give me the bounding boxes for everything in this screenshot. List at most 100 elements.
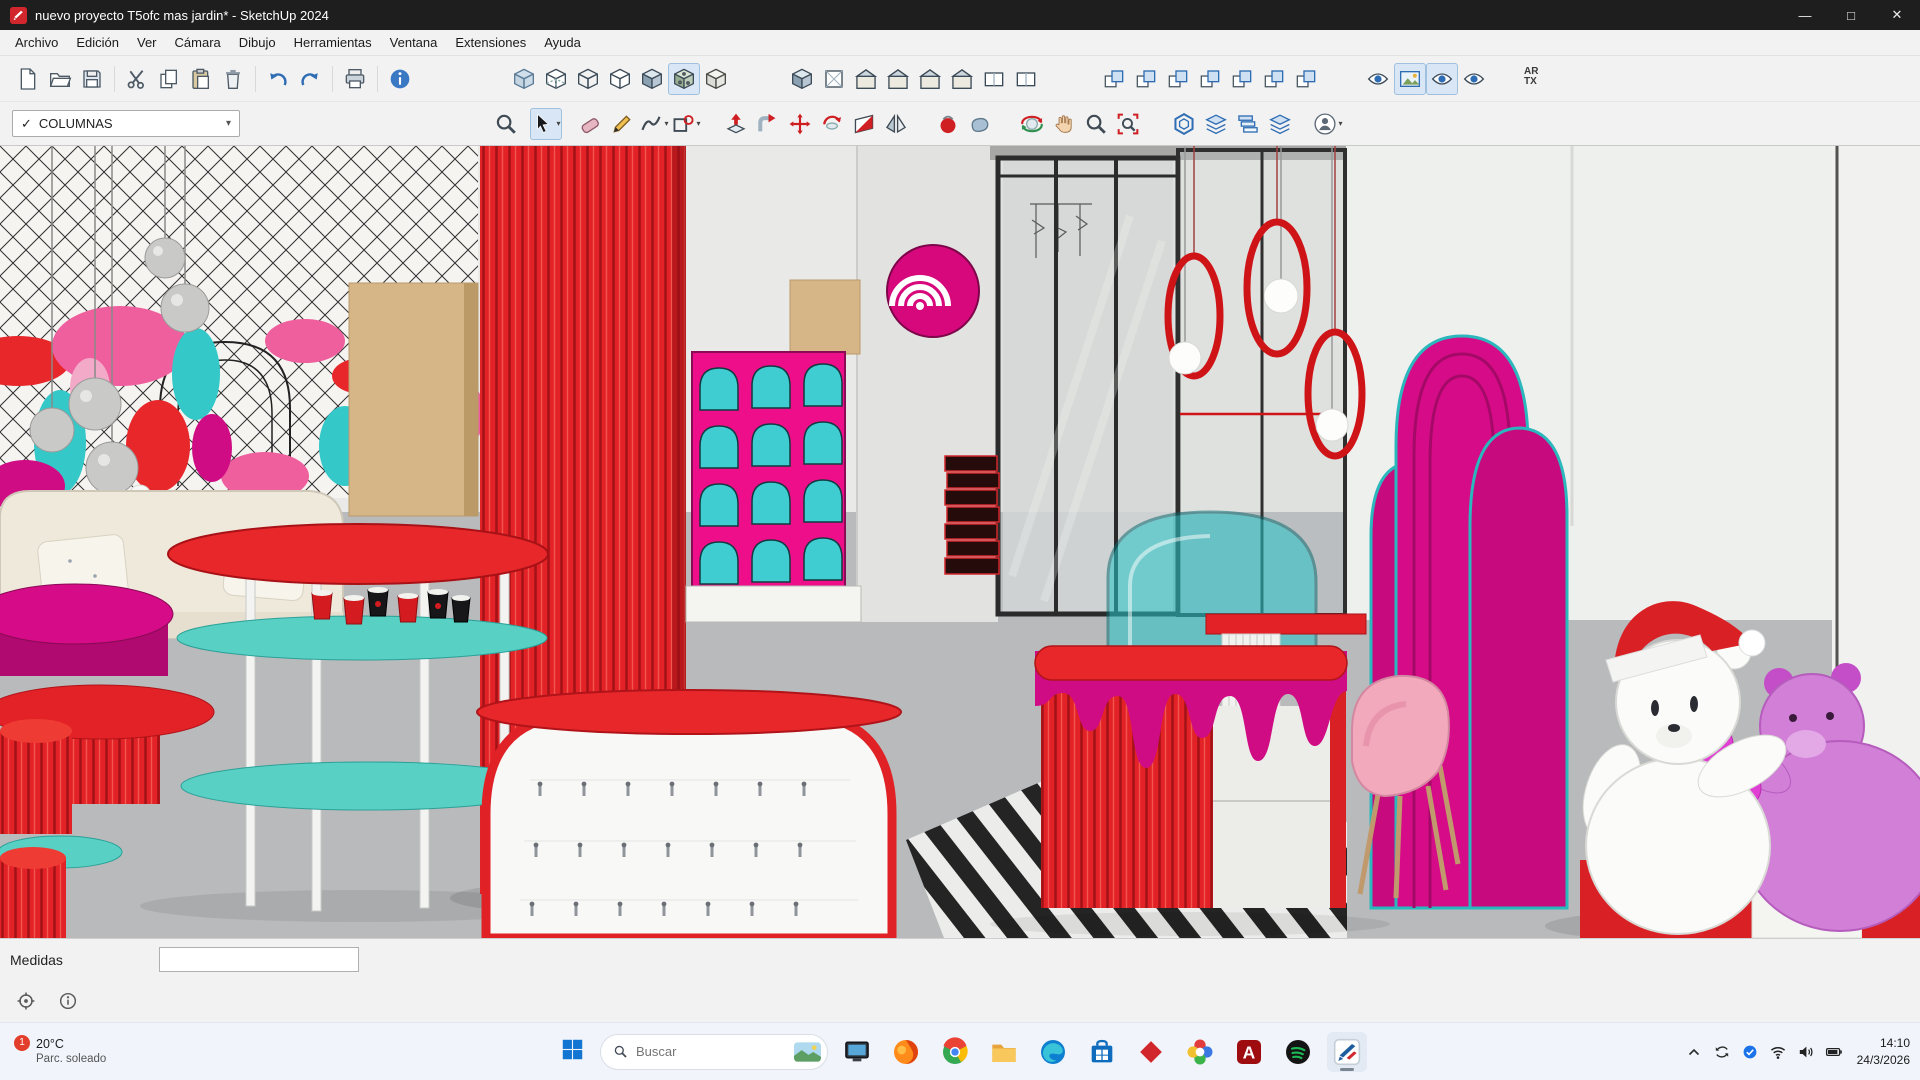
paint-bucket-tool-button[interactable]: [932, 108, 964, 140]
maximize-button[interactable]: □: [1828, 0, 1874, 30]
follow-me-tool-button[interactable]: [752, 108, 784, 140]
view-top-button[interactable]: [818, 63, 850, 95]
send-backward-button[interactable]: [1194, 63, 1226, 95]
view-right-button[interactable]: [882, 63, 914, 95]
tray-sync-icon[interactable]: [1713, 1043, 1731, 1061]
explode-group-button[interactable]: [1290, 63, 1322, 95]
save-button[interactable]: [76, 63, 108, 95]
soften-edges-tool-button[interactable]: [964, 108, 996, 140]
weather-widget[interactable]: 1 20°C Parc. soleado: [8, 1023, 112, 1080]
freehand-tool-button[interactable]: ▾: [638, 108, 670, 140]
taskbar-app-firefox[interactable]: [886, 1032, 926, 1072]
view-plan-button[interactable]: [978, 63, 1010, 95]
orbit-tool-button[interactable]: [1016, 108, 1048, 140]
bring-to-front-button[interactable]: [1098, 63, 1130, 95]
geolocation-icon[interactable]: [16, 991, 36, 1011]
zoom-tool-button[interactable]: [490, 108, 522, 140]
shapes-tool-button[interactable]: ▾: [670, 108, 702, 140]
medidas-input[interactable]: [159, 947, 359, 972]
open-file-button[interactable]: [44, 63, 76, 95]
view-iso-button[interactable]: [786, 63, 818, 95]
mirror-tool-button[interactable]: [880, 108, 912, 140]
match-photo-button[interactable]: [1394, 63, 1426, 95]
zoom-extents-tool-button[interactable]: [1112, 108, 1144, 140]
group-objects-button[interactable]: [1226, 63, 1258, 95]
style-shaded-textures-button[interactable]: [668, 63, 700, 95]
tray-wifi-icon[interactable]: [1769, 1043, 1787, 1061]
style-hidden-line-button[interactable]: [604, 63, 636, 95]
taskbar-clock[interactable]: 14:10 24/3/2026: [1857, 1035, 1910, 1067]
taskbar-app-edge[interactable]: [1033, 1032, 1073, 1072]
layers-flow-tool-button[interactable]: [1200, 108, 1232, 140]
tray-battery-icon[interactable]: [1825, 1043, 1843, 1061]
styles-flow-tool-button[interactable]: [1264, 108, 1296, 140]
tag-filter-dropdown[interactable]: ✓ COLUMNAS ▾: [12, 110, 240, 137]
style-shaded-button[interactable]: [636, 63, 668, 95]
taskbar-app-store[interactable]: [1082, 1032, 1122, 1072]
taskbar-app-chrome[interactable]: [935, 1032, 975, 1072]
taskbar-app-file-explorer[interactable]: [984, 1032, 1024, 1072]
copy-button[interactable]: [153, 63, 185, 95]
menu-edicion[interactable]: Edición: [67, 31, 128, 54]
tags-tool-button[interactable]: [1168, 108, 1200, 140]
select-tool-button[interactable]: ▾: [530, 108, 562, 140]
style-xray-button[interactable]: [508, 63, 540, 95]
model-info-button[interactable]: [384, 63, 416, 95]
view-section-button[interactable]: [1010, 63, 1042, 95]
rotate-tool-button[interactable]: [816, 108, 848, 140]
style-monochrome-button[interactable]: [700, 63, 732, 95]
menu-extensiones[interactable]: Extensiones: [446, 31, 535, 54]
artx-extension-button[interactable]: ARTX: [1520, 63, 1552, 95]
print-button[interactable]: [339, 63, 371, 95]
ungroup-objects-button[interactable]: [1258, 63, 1290, 95]
minimize-button[interactable]: —: [1782, 0, 1828, 30]
style-wireframe-button[interactable]: [572, 63, 604, 95]
undo-button[interactable]: [262, 63, 294, 95]
taskbar-search[interactable]: [600, 1034, 828, 1070]
tray-hidden-icons-icon[interactable]: [1685, 1043, 1703, 1061]
walk-tool-button[interactable]: [1458, 63, 1490, 95]
taskbar-app-red-diamond[interactable]: [1131, 1032, 1171, 1072]
tray-blue-status-icon[interactable]: [1741, 1043, 1759, 1061]
close-button[interactable]: ✕: [1874, 0, 1920, 30]
menu-archivo[interactable]: Archivo: [6, 31, 67, 54]
menu-herramientas[interactable]: Herramientas: [285, 31, 381, 54]
viewport-3d-scene[interactable]: [0, 146, 1920, 938]
cut-button[interactable]: [121, 63, 153, 95]
credits-info-icon[interactable]: [58, 991, 78, 1011]
menu-camara[interactable]: Cámara: [166, 31, 230, 54]
menu-dibujo[interactable]: Dibujo: [230, 31, 285, 54]
line-tool-button[interactable]: [606, 108, 638, 140]
pan-tool-button[interactable]: [1048, 108, 1080, 140]
person-scale-tool-button[interactable]: ▾: [1312, 108, 1344, 140]
new-document-button[interactable]: [12, 63, 44, 95]
view-left-button[interactable]: [914, 63, 946, 95]
bring-forward-button[interactable]: [1162, 63, 1194, 95]
flip-along-tool-button[interactable]: [848, 108, 880, 140]
scenes-stack-tool-button[interactable]: [1232, 108, 1264, 140]
move-tool-button[interactable]: [784, 108, 816, 140]
look-around-button[interactable]: [1426, 63, 1458, 95]
menu-ayuda[interactable]: Ayuda: [535, 31, 590, 54]
view-back-button[interactable]: [946, 63, 978, 95]
push-pull-tool-button[interactable]: [720, 108, 752, 140]
tray-volume-icon[interactable]: [1797, 1043, 1815, 1061]
send-to-back-button[interactable]: [1130, 63, 1162, 95]
taskbar-app-monitor[interactable]: [837, 1032, 877, 1072]
position-camera-button[interactable]: [1362, 63, 1394, 95]
eraser-tool-button[interactable]: [574, 108, 606, 140]
view-front-button[interactable]: [850, 63, 882, 95]
taskbar-app-sketchup[interactable]: [1327, 1032, 1367, 1072]
start-button[interactable]: [553, 1033, 591, 1071]
redo-button[interactable]: [294, 63, 326, 95]
taskbar-app-acrobat[interactable]: A: [1229, 1032, 1269, 1072]
taskbar-app-color-wheel[interactable]: [1180, 1032, 1220, 1072]
delete-button[interactable]: [217, 63, 249, 95]
menu-ver[interactable]: Ver: [128, 31, 166, 54]
menu-ventana[interactable]: Ventana: [381, 31, 447, 54]
taskbar-app-green-music[interactable]: [1278, 1032, 1318, 1072]
style-back-edges-button[interactable]: [540, 63, 572, 95]
search-input[interactable]: [636, 1044, 786, 1059]
paste-button[interactable]: [185, 63, 217, 95]
zoom-window-tool-button[interactable]: [1080, 108, 1112, 140]
